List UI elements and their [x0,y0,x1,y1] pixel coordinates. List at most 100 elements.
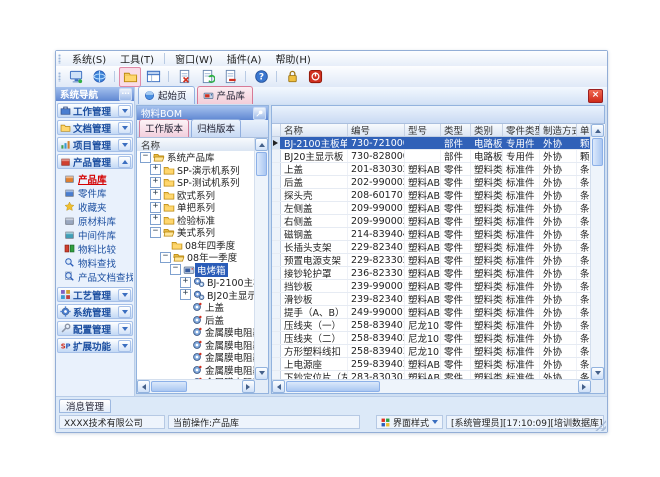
scroll-right-button[interactable] [578,380,591,393]
table-row[interactable]: 上盖201-830302-00X塑料ABS零件塑料类标准件外协条 [272,163,604,176]
sidebar-group-chevron-button[interactable] [118,105,131,117]
toolbar-report-button[interactable] [142,67,164,87]
table-row[interactable]: 磁钢盖214-839404-01X塑料ABS零件塑料类标准件外协条 [272,228,604,241]
tree-node[interactable]: −美式系列 [137,226,268,239]
table-row[interactable]: 长插头支架229-823401-00X塑料ABS零件塑料类标准件外协条 [272,241,604,254]
tree-node[interactable]: +BJ-2100主板单点 [137,276,268,289]
sidebar-group-project[interactable]: 项目管理 [57,137,133,152]
scrollbar-thumb[interactable] [256,152,267,176]
bom-version-tab-1[interactable]: 归档版本 [191,119,241,137]
close-tab-button[interactable]: × [588,89,603,103]
scrollbar-thumb[interactable] [592,138,603,166]
tree-node[interactable]: −电烤箱 [137,264,268,277]
menu-item-plugins[interactable]: 插件(A) [220,51,269,66]
table-row[interactable]: 上电源座259-839403-00X塑料ABS零件塑料类标准件外协条 [272,358,604,371]
table-row[interactable]: 左侧盖209-990001-01X塑料ABS零件塑料类标准件外协条 [272,202,604,215]
sidebar-item-material-find[interactable]: 物料查找 [64,256,133,269]
expander-plus-icon[interactable]: + [150,202,161,213]
table-row[interactable]: 挡钞板239-990001-01X塑料ABS零件塑料类标准件外协条 [272,280,604,293]
tree-node[interactable]: 08年四季度 [137,239,268,252]
scroll-right-button[interactable] [242,380,255,393]
table-row[interactable]: 右侧盖209-990002-01X塑料ABS零件塑料类标准件外协条 [272,215,604,228]
tree-horizontal-scrollbar[interactable] [137,379,255,393]
tree-node[interactable]: −08年一季度 [137,251,268,264]
tree-node[interactable]: 金属膜电阻器 [137,351,268,364]
column-header-4[interactable]: 类别 [471,124,503,137]
column-header-2[interactable]: 型号 [405,124,441,137]
table-row[interactable]: 压线夹（一）258-839401-00X尼龙1010零件塑料类标准件外协条 [272,319,604,332]
expander-plus-icon[interactable]: + [150,189,161,200]
toolbar-globe-button[interactable] [88,67,110,87]
menu-item-help[interactable]: 帮助(H) [268,51,317,66]
expander-minus-icon[interactable]: − [170,264,181,275]
table-row[interactable]: 方形塑料线扣258-839403-00X尼龙1010零件塑料类标准件外协条 [272,345,604,358]
expander-minus-icon[interactable]: − [150,227,161,238]
scroll-left-button[interactable] [137,380,150,393]
sidebar-group-document[interactable]: 文档管理 [57,120,133,135]
toolbar-doc-delete-button[interactable] [219,67,241,87]
pin-icon[interactable] [253,107,266,120]
sidebar-group-config[interactable]: 配置管理 [57,321,133,336]
toolbar-computer-button[interactable] [65,67,87,87]
expander-plus-icon[interactable]: + [150,164,161,175]
column-header-5[interactable]: 零件类型 [503,124,540,137]
sidebar-group-chevron-button[interactable] [118,289,131,301]
tree-node[interactable]: 上盖 [137,301,268,314]
toolbar-doc-close-button[interactable] [173,67,195,87]
scroll-down-button[interactable] [255,367,268,380]
sidebar-item-material-compare[interactable]: 物料比较 [64,242,133,255]
toolbar-doc-refresh-button[interactable] [196,67,218,87]
bom-version-tab-0[interactable]: 工作版本 [139,119,189,137]
sidebar-header-menu-button[interactable]: ⋯ [119,88,132,101]
tree-node[interactable]: 金属膜电阻器 [137,364,268,377]
table-row[interactable]: 提手（A、B）249-990001-01X塑料ABS零件塑料类标准件外协条 [272,306,604,319]
sidebar-item-parts-lib[interactable]: 零件库 [64,186,133,199]
column-header-0[interactable]: 名称 [281,124,348,137]
column-header-3[interactable]: 类型 [441,124,471,137]
sidebar-group-product[interactable]: 产品管理 [57,154,133,169]
scroll-up-button[interactable] [591,124,604,137]
menu-item-window[interactable]: 窗口(W) [168,51,220,66]
column-header-1[interactable]: 编号 [348,124,405,137]
table-vertical-scrollbar[interactable] [590,124,604,380]
menu-item-tools[interactable]: 工具(T) [113,51,161,66]
table-row[interactable]: 压线夹（二）258-839402-00X尼龙1010零件塑料类标准件外协条 [272,332,604,345]
ui-style-dropdown[interactable]: 界面样式 [376,415,443,429]
sidebar-group-chevron-button[interactable] [118,139,131,151]
sidebar-item-product-doc-find[interactable]: 产品文档查找 [64,270,133,283]
sidebar-item-product-lib[interactable]: 产品库 [64,172,133,185]
tree-node[interactable]: +SP-演示机系列 [137,164,268,177]
sidebar-group-chevron-button[interactable] [118,122,131,134]
sidebar-item-raw-material-lib[interactable]: 原材料库 [64,214,133,227]
menu-item-system[interactable]: 系统(S) [65,51,113,66]
sidebar-group-chevron-button[interactable] [118,323,131,335]
tree-node[interactable]: −系统产品库 [137,151,268,164]
scroll-up-button[interactable] [255,138,268,151]
sidebar-group-extension[interactable]: SP扩展功能 [57,338,133,353]
tree-node[interactable]: 金属膜电阻器 [137,326,268,339]
tab-product-lib[interactable]: 产品库 [197,86,254,104]
tab-start-page[interactable]: 起始页 [138,86,195,104]
table-horizontal-scrollbar[interactable] [272,379,591,393]
scrollbar-thumb[interactable] [151,381,187,392]
expander-plus-icon[interactable]: + [150,214,161,225]
table-row[interactable]: BJ20主显示板730-828000-04X部件电路板专用件外协颗 [272,150,604,163]
tree-node[interactable]: +检验标准 [137,214,268,227]
table-row[interactable]: 探头壳208-601701-01X塑料ABS零件塑料类标准件外协条 [272,189,604,202]
sidebar-group-work[interactable]: 工作管理 [57,103,133,118]
message-panel-tab[interactable]: 消息管理 [59,399,111,413]
column-header-6[interactable]: 制造方式 [540,124,577,137]
sidebar-group-process[interactable]: 工艺管理 [57,287,133,302]
scroll-left-button[interactable] [272,380,285,393]
expander-plus-icon[interactable]: + [180,289,191,300]
tree-node[interactable]: +BJ20主显示板 [137,289,268,302]
tree-column-header[interactable]: 名称 [137,138,255,152]
tree-node[interactable]: 后盖 [137,314,268,327]
table-row[interactable]: 预置电源支架229-823302-00X塑料ABS零件塑料类标准件外协条 [272,254,604,267]
toolbar-exit-button[interactable] [304,67,326,87]
table-row[interactable]: 滑钞板239-823401-00X塑料ABS零件塑料类标准件外协条 [272,293,604,306]
toolbar-grip-handle[interactable] [58,72,61,82]
sidebar-group-chevron-button[interactable] [118,156,131,168]
toolbar-folder-button[interactable] [119,67,141,87]
scroll-down-button[interactable] [591,367,604,380]
